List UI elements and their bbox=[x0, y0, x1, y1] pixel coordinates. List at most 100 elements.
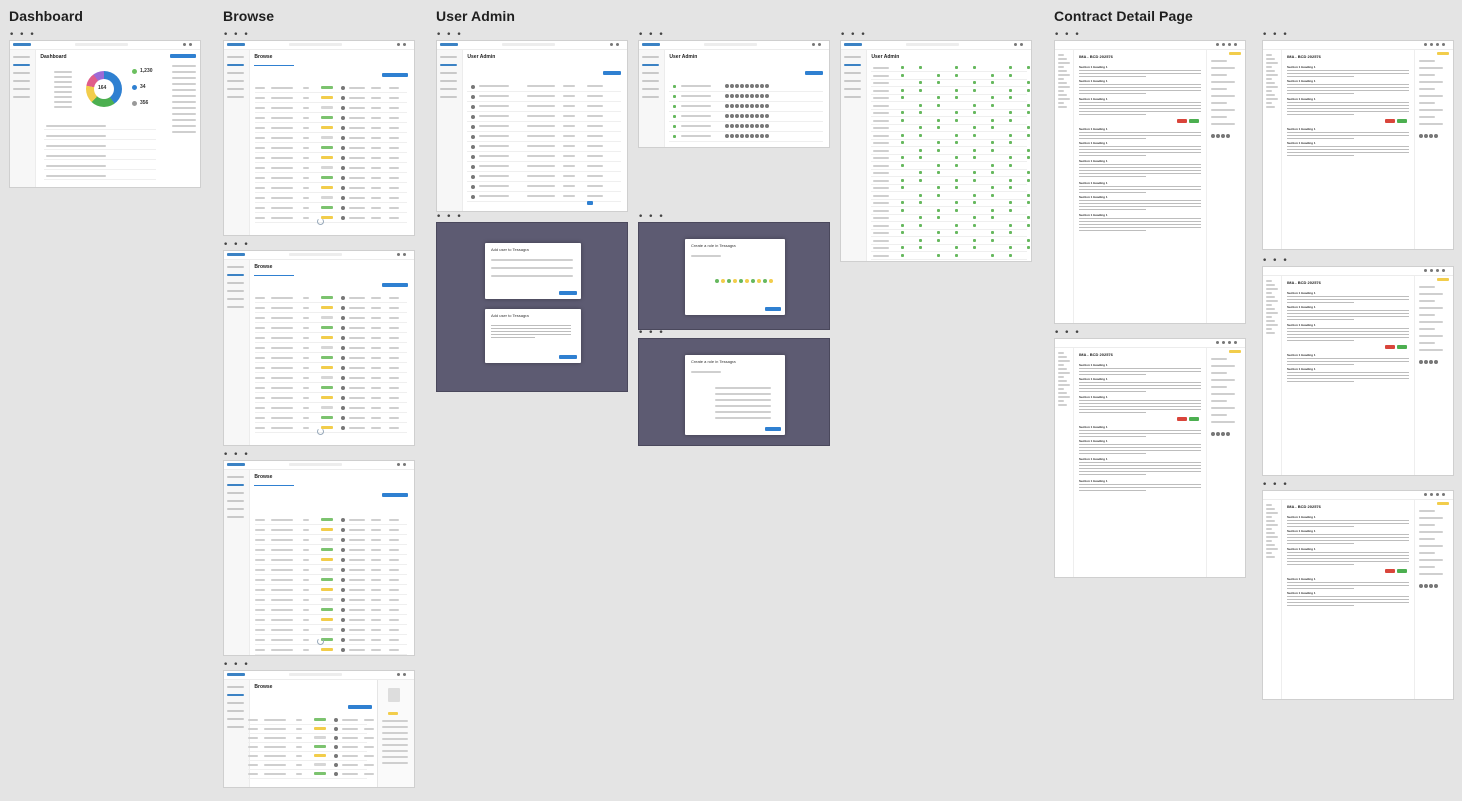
table-row[interactable] bbox=[255, 222, 407, 223]
permission-check-icon[interactable] bbox=[973, 216, 976, 219]
sidebar-field[interactable] bbox=[1211, 421, 1235, 423]
sidebar-item[interactable] bbox=[227, 290, 245, 292]
toolbar-icon[interactable] bbox=[1424, 43, 1427, 46]
toc-item[interactable] bbox=[1058, 70, 1067, 72]
table-row[interactable] bbox=[255, 624, 407, 625]
permission-check-icon[interactable] bbox=[991, 163, 994, 167]
settings-icon[interactable] bbox=[616, 43, 619, 46]
toolbar-icon[interactable] bbox=[1222, 341, 1225, 344]
sidebar-field[interactable] bbox=[1419, 559, 1443, 561]
search-input[interactable] bbox=[74, 43, 128, 46]
reject-button[interactable] bbox=[1385, 119, 1395, 123]
role-name-field[interactable] bbox=[691, 255, 721, 257]
permission-check-icon[interactable] bbox=[937, 118, 940, 122]
toolbar-icon[interactable] bbox=[1234, 43, 1237, 46]
permission-check-icon[interactable] bbox=[919, 178, 922, 182]
bell-icon[interactable] bbox=[610, 43, 613, 46]
sidebar-item[interactable] bbox=[227, 298, 245, 300]
permission-check-icon[interactable] bbox=[1009, 253, 1012, 257]
permission-check-icon[interactable] bbox=[919, 238, 922, 242]
table-row[interactable] bbox=[255, 654, 407, 655]
toc-item[interactable] bbox=[1266, 308, 1275, 310]
permission-icon[interactable] bbox=[769, 279, 773, 283]
create-button[interactable] bbox=[765, 307, 781, 311]
permission-check-icon[interactable] bbox=[937, 171, 940, 174]
form-field[interactable] bbox=[491, 275, 573, 277]
sidebar-item[interactable] bbox=[227, 484, 245, 486]
permission-check-icon[interactable] bbox=[919, 81, 922, 84]
toc-item[interactable] bbox=[1058, 66, 1064, 68]
sidebar-field[interactable] bbox=[1419, 300, 1435, 302]
search-input[interactable] bbox=[288, 43, 342, 46]
table-row[interactable] bbox=[255, 132, 407, 133]
permission-check-icon[interactable] bbox=[937, 208, 940, 212]
permission-check-icon[interactable] bbox=[973, 171, 976, 174]
toc-item[interactable] bbox=[1266, 78, 1272, 80]
table-row[interactable] bbox=[255, 112, 407, 113]
permission-check-icon[interactable] bbox=[991, 103, 994, 107]
toolbar-icon[interactable] bbox=[1216, 341, 1219, 344]
sidebar-item[interactable] bbox=[642, 72, 660, 74]
frame-menu-dots[interactable]: • • • bbox=[638, 213, 665, 222]
sidebar-field[interactable] bbox=[1211, 393, 1235, 395]
toc-item[interactable] bbox=[1058, 400, 1064, 402]
frame-menu-dots[interactable]: • • • bbox=[1054, 31, 1081, 40]
permission-icon[interactable] bbox=[721, 279, 725, 283]
table-row[interactable] bbox=[255, 172, 407, 173]
toc-item[interactable] bbox=[1058, 62, 1070, 64]
permission-check-icon[interactable] bbox=[973, 238, 976, 242]
toc-item[interactable] bbox=[1058, 94, 1067, 96]
toolbar-icon[interactable] bbox=[1436, 269, 1439, 272]
permission-check-icon[interactable] bbox=[991, 141, 994, 144]
permission-check-icon[interactable] bbox=[991, 73, 994, 77]
toc-item[interactable] bbox=[1266, 532, 1275, 534]
toc-item[interactable] bbox=[1058, 396, 1070, 398]
toc-item[interactable] bbox=[1058, 90, 1064, 92]
permission-check-icon[interactable] bbox=[901, 223, 904, 227]
approve-button[interactable] bbox=[1189, 417, 1199, 421]
toolbar-icon[interactable] bbox=[1228, 341, 1231, 344]
pending-row[interactable] bbox=[44, 149, 156, 150]
toolbar-icon[interactable] bbox=[1442, 269, 1445, 272]
settings-icon[interactable] bbox=[403, 43, 406, 46]
tab-active[interactable] bbox=[254, 275, 294, 276]
permission-check-icon[interactable] bbox=[955, 223, 958, 227]
permission-check-icon[interactable] bbox=[955, 111, 958, 114]
toolbar-icon[interactable] bbox=[1430, 269, 1433, 272]
toc-item[interactable] bbox=[1266, 504, 1272, 506]
sidebar-item[interactable] bbox=[642, 96, 660, 98]
permission-check-icon[interactable] bbox=[1009, 141, 1012, 144]
reject-button[interactable] bbox=[1385, 345, 1395, 349]
permission-check-icon[interactable] bbox=[1027, 103, 1030, 107]
toolbar-icon[interactable] bbox=[1424, 269, 1427, 272]
table-row[interactable] bbox=[255, 392, 407, 393]
toc-item[interactable] bbox=[1058, 82, 1067, 84]
permission-check-icon[interactable] bbox=[973, 156, 976, 159]
sidebar-item[interactable] bbox=[13, 56, 31, 58]
sidebar-item[interactable] bbox=[844, 56, 862, 58]
permission-check-icon[interactable] bbox=[901, 111, 904, 114]
reject-button[interactable] bbox=[1177, 417, 1187, 421]
frame-menu-dots[interactable]: • • • bbox=[436, 213, 463, 222]
create-contract-button[interactable] bbox=[382, 283, 408, 287]
table-row[interactable] bbox=[255, 202, 407, 203]
sidebar-field[interactable] bbox=[1211, 400, 1227, 402]
sidebar-field[interactable] bbox=[1419, 60, 1435, 62]
table-row[interactable] bbox=[467, 181, 621, 182]
toc-item[interactable] bbox=[1058, 58, 1067, 60]
bell-icon[interactable] bbox=[812, 43, 815, 46]
activity-item[interactable] bbox=[172, 119, 196, 121]
sidebar-field[interactable] bbox=[1211, 88, 1227, 90]
sidebar-item[interactable] bbox=[227, 56, 245, 58]
search-input[interactable] bbox=[288, 463, 342, 466]
toc-item[interactable] bbox=[1058, 388, 1064, 390]
toc-item[interactable] bbox=[1266, 94, 1275, 96]
activity-item[interactable] bbox=[172, 125, 196, 127]
sidebar-item[interactable] bbox=[844, 96, 862, 98]
sidebar-field[interactable] bbox=[1419, 116, 1435, 118]
approve-button[interactable] bbox=[1397, 119, 1407, 123]
sidebar-field[interactable] bbox=[1211, 109, 1235, 111]
sidebar-field[interactable] bbox=[1211, 414, 1227, 416]
permission-check-icon[interactable] bbox=[955, 141, 958, 144]
create-button[interactable] bbox=[765, 427, 781, 431]
